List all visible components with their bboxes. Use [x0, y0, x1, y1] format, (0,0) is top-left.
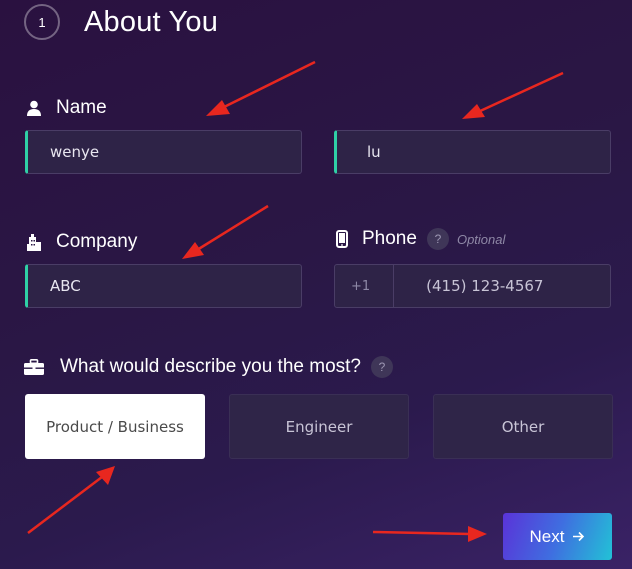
- annotation-arrow: [372, 526, 487, 542]
- next-button[interactable]: Next: [503, 513, 612, 560]
- phone-label: Phone ? Optional: [332, 228, 505, 250]
- option-other[interactable]: Other: [433, 394, 613, 459]
- describe-question-text: What would describe you the most?: [60, 356, 361, 377]
- describe-help-icon[interactable]: ?: [371, 356, 393, 378]
- phone-label-text: Phone: [362, 228, 417, 249]
- phone-input[interactable]: [394, 265, 610, 307]
- user-icon: [24, 100, 44, 116]
- name-label-text: Name: [56, 97, 107, 118]
- building-icon: [24, 233, 44, 251]
- annotation-arrow: [182, 204, 269, 259]
- optional-hint: Optional: [456, 231, 506, 247]
- country-code[interactable]: +1: [335, 265, 395, 307]
- annotation-arrow: [462, 71, 564, 119]
- page-title: About You: [84, 6, 219, 38]
- company-label: Company: [24, 231, 137, 253]
- option-label: Other: [501, 417, 545, 436]
- company-label-text: Company: [56, 231, 138, 252]
- option-label: Product / Business: [46, 417, 184, 436]
- phone-help-icon[interactable]: ?: [426, 228, 449, 250]
- describe-question: What would describe you the most? ?: [24, 356, 393, 378]
- last-name-input[interactable]: [337, 131, 610, 173]
- first-name-field[interactable]: [25, 130, 302, 174]
- step-number: 1: [38, 14, 46, 30]
- step-number-badge: 1: [24, 4, 60, 40]
- annotation-arrow: [27, 466, 115, 534]
- name-label: Name: [24, 97, 107, 119]
- first-name-input[interactable]: [28, 131, 301, 173]
- phone-field[interactable]: +1: [334, 264, 611, 308]
- last-name-field[interactable]: [334, 130, 611, 174]
- option-engineer[interactable]: Engineer: [229, 394, 409, 459]
- next-button-label: Next: [529, 526, 565, 546]
- arrow-right-icon: [572, 527, 585, 547]
- briefcase-icon: [24, 359, 44, 375]
- mobile-phone-icon: [332, 230, 352, 248]
- company-field[interactable]: [25, 264, 302, 308]
- option-product-business[interactable]: Product / Business: [25, 394, 205, 459]
- annotation-arrow: [206, 60, 316, 116]
- option-label: Engineer: [285, 417, 353, 436]
- company-input[interactable]: [28, 265, 301, 307]
